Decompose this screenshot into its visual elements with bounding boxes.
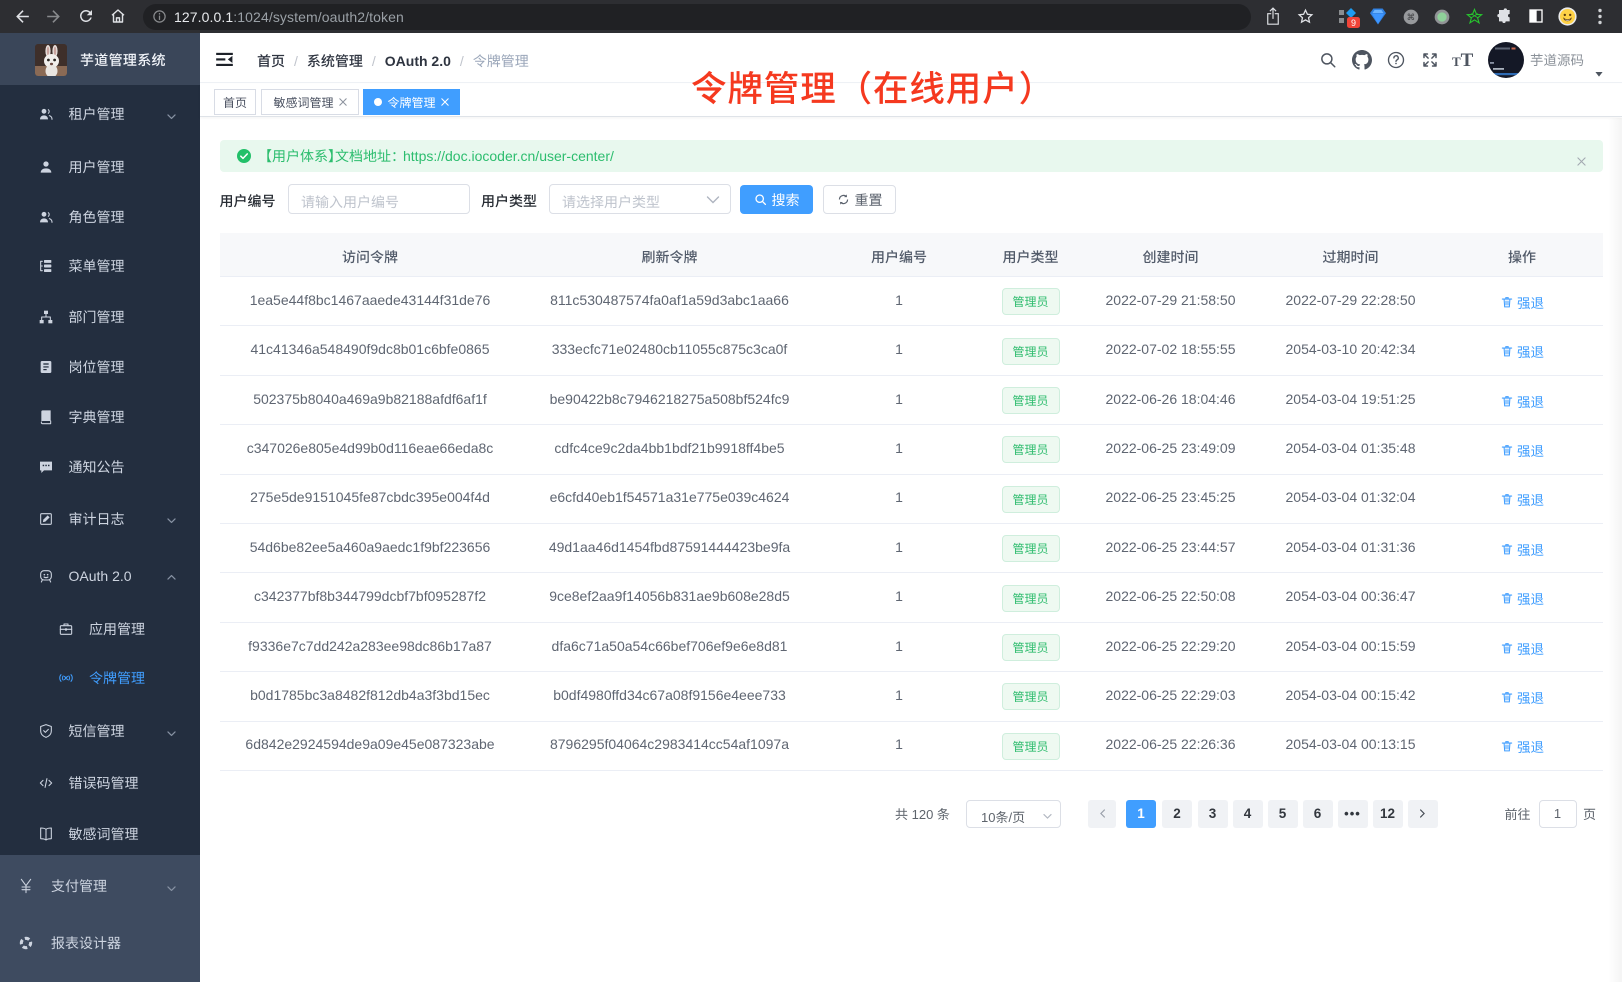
svg-text:⌘: ⌘ bbox=[1407, 12, 1416, 22]
svg-text:9: 9 bbox=[1351, 18, 1356, 28]
